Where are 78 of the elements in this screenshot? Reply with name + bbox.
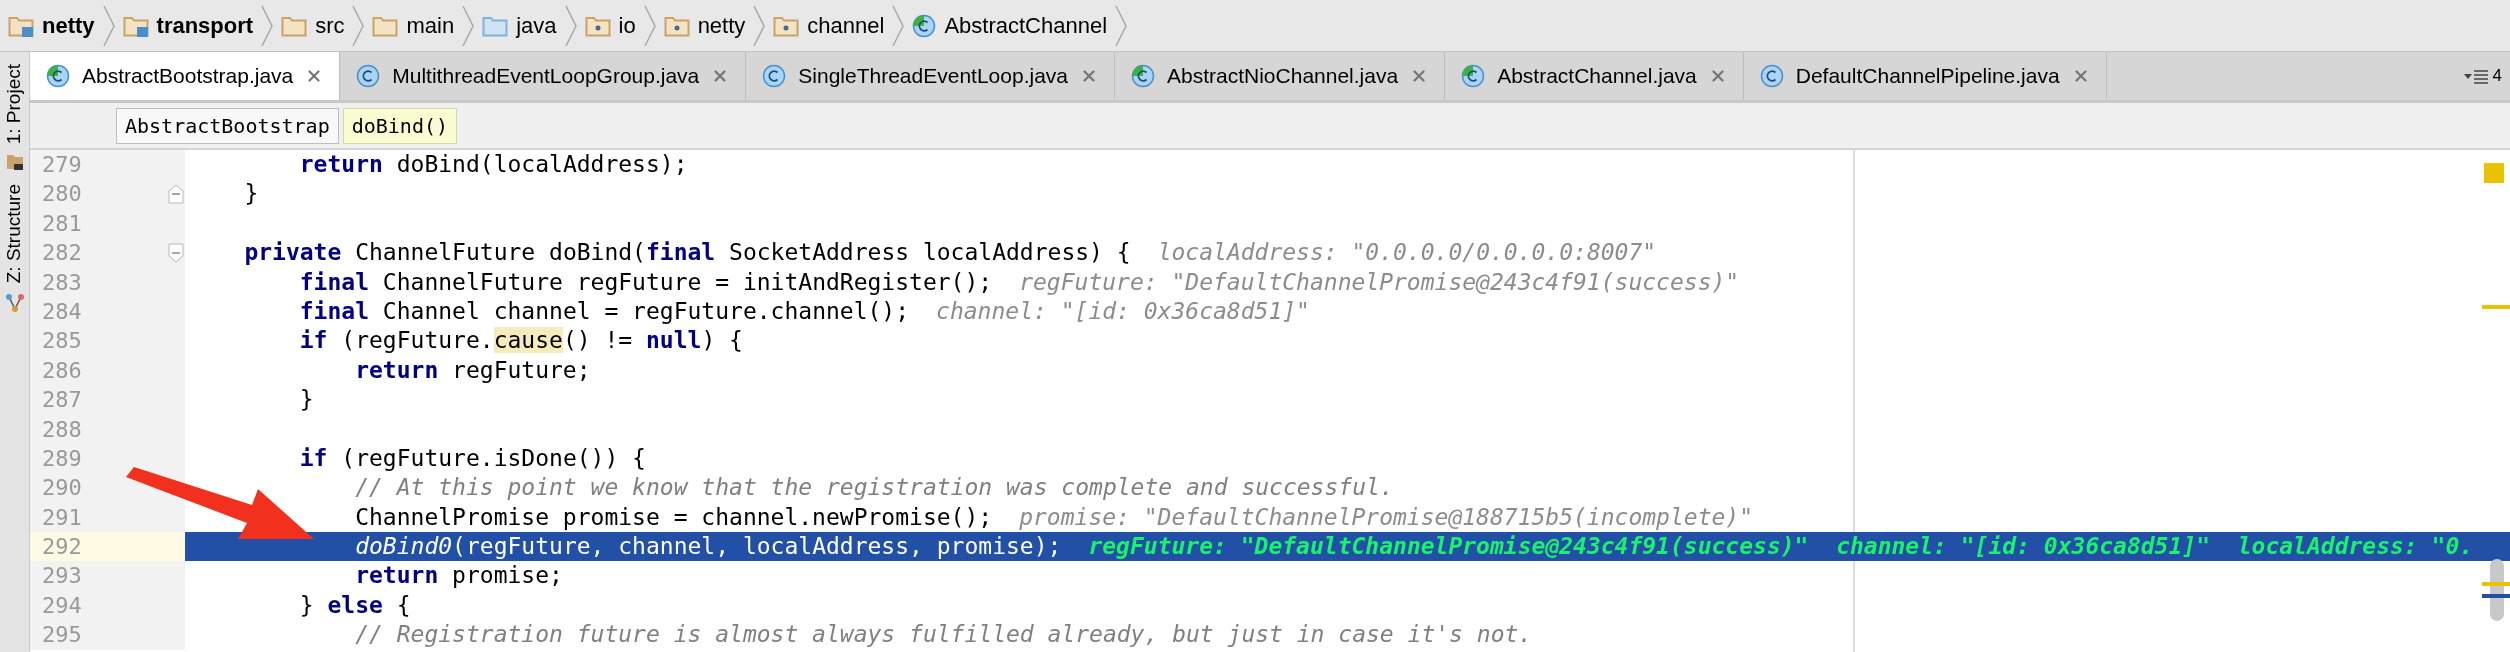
line-number: 292 bbox=[41, 533, 82, 562]
breadcrumb-item[interactable]: netty bbox=[42, 9, 95, 42]
code-text: } bbox=[243, 179, 259, 209]
breadcrumb-item[interactable]: netty bbox=[697, 9, 746, 42]
line-number: 290 bbox=[41, 474, 82, 503]
chevron-icon bbox=[102, 5, 115, 46]
chevron-icon bbox=[261, 5, 274, 46]
line-number: 282 bbox=[41, 239, 82, 268]
module-folder-icon bbox=[8, 14, 34, 37]
code-text: return doBind(localAddress); bbox=[298, 150, 688, 179]
folder-icon bbox=[372, 14, 399, 37]
line-number: 287 bbox=[41, 386, 82, 415]
line-number: 285 bbox=[41, 327, 82, 356]
line-number: 284 bbox=[41, 297, 82, 326]
breadcrumb-item[interactable]: io bbox=[618, 9, 636, 42]
code-text: if (regFuture.isDone()) { bbox=[298, 443, 646, 473]
folder-icon bbox=[4, 152, 25, 173]
chevron-icon bbox=[564, 5, 577, 46]
module-folder-icon bbox=[122, 14, 149, 37]
close-icon[interactable] bbox=[1080, 67, 1098, 85]
tool-window-button[interactable]: Z: Structure bbox=[0, 184, 29, 284]
line-number: 283 bbox=[41, 268, 82, 297]
code-text: ChannelPromise promise = channel.newPromise(); bbox=[354, 502, 993, 532]
editor-tab[interactable]: AbstractBootstrap.java bbox=[30, 52, 341, 100]
code-text: final Channel channel = regFuture.channel(); bbox=[298, 296, 910, 326]
line-number: 279 bbox=[41, 151, 82, 179]
package-folder-icon bbox=[663, 14, 690, 37]
chevron-icon bbox=[1115, 5, 1128, 46]
code-text: if (regFuture.cause() != null) { bbox=[298, 326, 743, 356]
method-breadcrumb[interactable]: doBind() bbox=[342, 107, 458, 144]
breadcrumb-item[interactable]: AbstractChannel bbox=[944, 9, 1108, 42]
tab-list-icon[interactable] bbox=[2462, 68, 2489, 84]
code-text: final ChannelFuture regFuture = initAndRegister(); bbox=[298, 267, 993, 297]
code-text: // Registration future is almost always fulfilled already, but just in case it's not. bbox=[354, 620, 1533, 650]
warning-marker[interactable] bbox=[2484, 163, 2504, 183]
code-editor[interactable] bbox=[30, 150, 2510, 652]
breadcrumb-item[interactable]: channel bbox=[807, 9, 885, 42]
class-icon bbox=[912, 13, 937, 38]
hidden-tab-count: 4 bbox=[2492, 65, 2502, 88]
package-folder-icon bbox=[584, 14, 611, 37]
chevron-icon bbox=[462, 5, 475, 46]
code-text: return regFuture; bbox=[354, 355, 591, 385]
method-breadcrumb[interactable]: AbstractBootstrap bbox=[116, 107, 339, 144]
breadcrumb-item[interactable]: java bbox=[516, 9, 557, 42]
breadcrumb-item[interactable]: main bbox=[406, 9, 455, 42]
line-number: 294 bbox=[41, 591, 82, 620]
chevron-icon bbox=[892, 5, 905, 46]
line-number: 295 bbox=[41, 621, 82, 650]
folder-icon bbox=[281, 14, 308, 37]
line-number: 280 bbox=[41, 180, 82, 209]
debug-value-hint: regFuture: "DefaultChannelPromise@243c4f91(success)" bbox=[1019, 267, 1740, 297]
code-text: } bbox=[298, 385, 314, 415]
code-text: } else { bbox=[298, 590, 411, 620]
line-number: 288 bbox=[41, 415, 82, 444]
breadcrumb-item[interactable]: transport bbox=[156, 9, 254, 42]
code-text: private ChannelFuture doBind(final SocketAddress localAddress) { bbox=[243, 238, 1131, 268]
code-text: doBind0(regFuture, channel, localAddress, promise); bbox=[354, 532, 1062, 562]
chevron-icon bbox=[753, 5, 766, 46]
debug-value-hint: channel: "[id: 0x36ca8d51]" bbox=[936, 296, 1310, 326]
line-number: 291 bbox=[41, 503, 82, 532]
line-number: 286 bbox=[41, 356, 82, 385]
tool-window-button[interactable]: 1: Project bbox=[0, 64, 29, 145]
debug-value-hint: localAddress: "0.0.0.0/0.0.0.0:8007" bbox=[1157, 238, 1657, 268]
code-text: // At this point we know that the registration was complete and successful. bbox=[354, 473, 1394, 503]
code-text: return promise; bbox=[354, 561, 563, 591]
chevron-icon bbox=[352, 5, 365, 46]
fold-end-icon[interactable] bbox=[168, 184, 184, 205]
debug-value-hint: regFuture: "DefaultChannelPromise@243c4f91(success)" channel: "[id: 0x36ca8d51]" localAddress: "0. bbox=[1088, 532, 2474, 562]
debug-value-hint: promise: "DefaultChannelPromise@188715b5(incomplete)" bbox=[1019, 502, 1754, 532]
chevron-icon bbox=[643, 5, 656, 46]
package-folder-icon bbox=[773, 14, 800, 37]
folder-icon bbox=[482, 14, 509, 37]
structure-icon bbox=[4, 291, 25, 314]
breadcrumb-item[interactable]: src bbox=[315, 9, 345, 42]
line-number: 293 bbox=[41, 562, 82, 591]
line-number: 289 bbox=[41, 444, 82, 473]
fold-start-icon[interactable] bbox=[168, 242, 184, 263]
line-number: 281 bbox=[41, 209, 82, 238]
